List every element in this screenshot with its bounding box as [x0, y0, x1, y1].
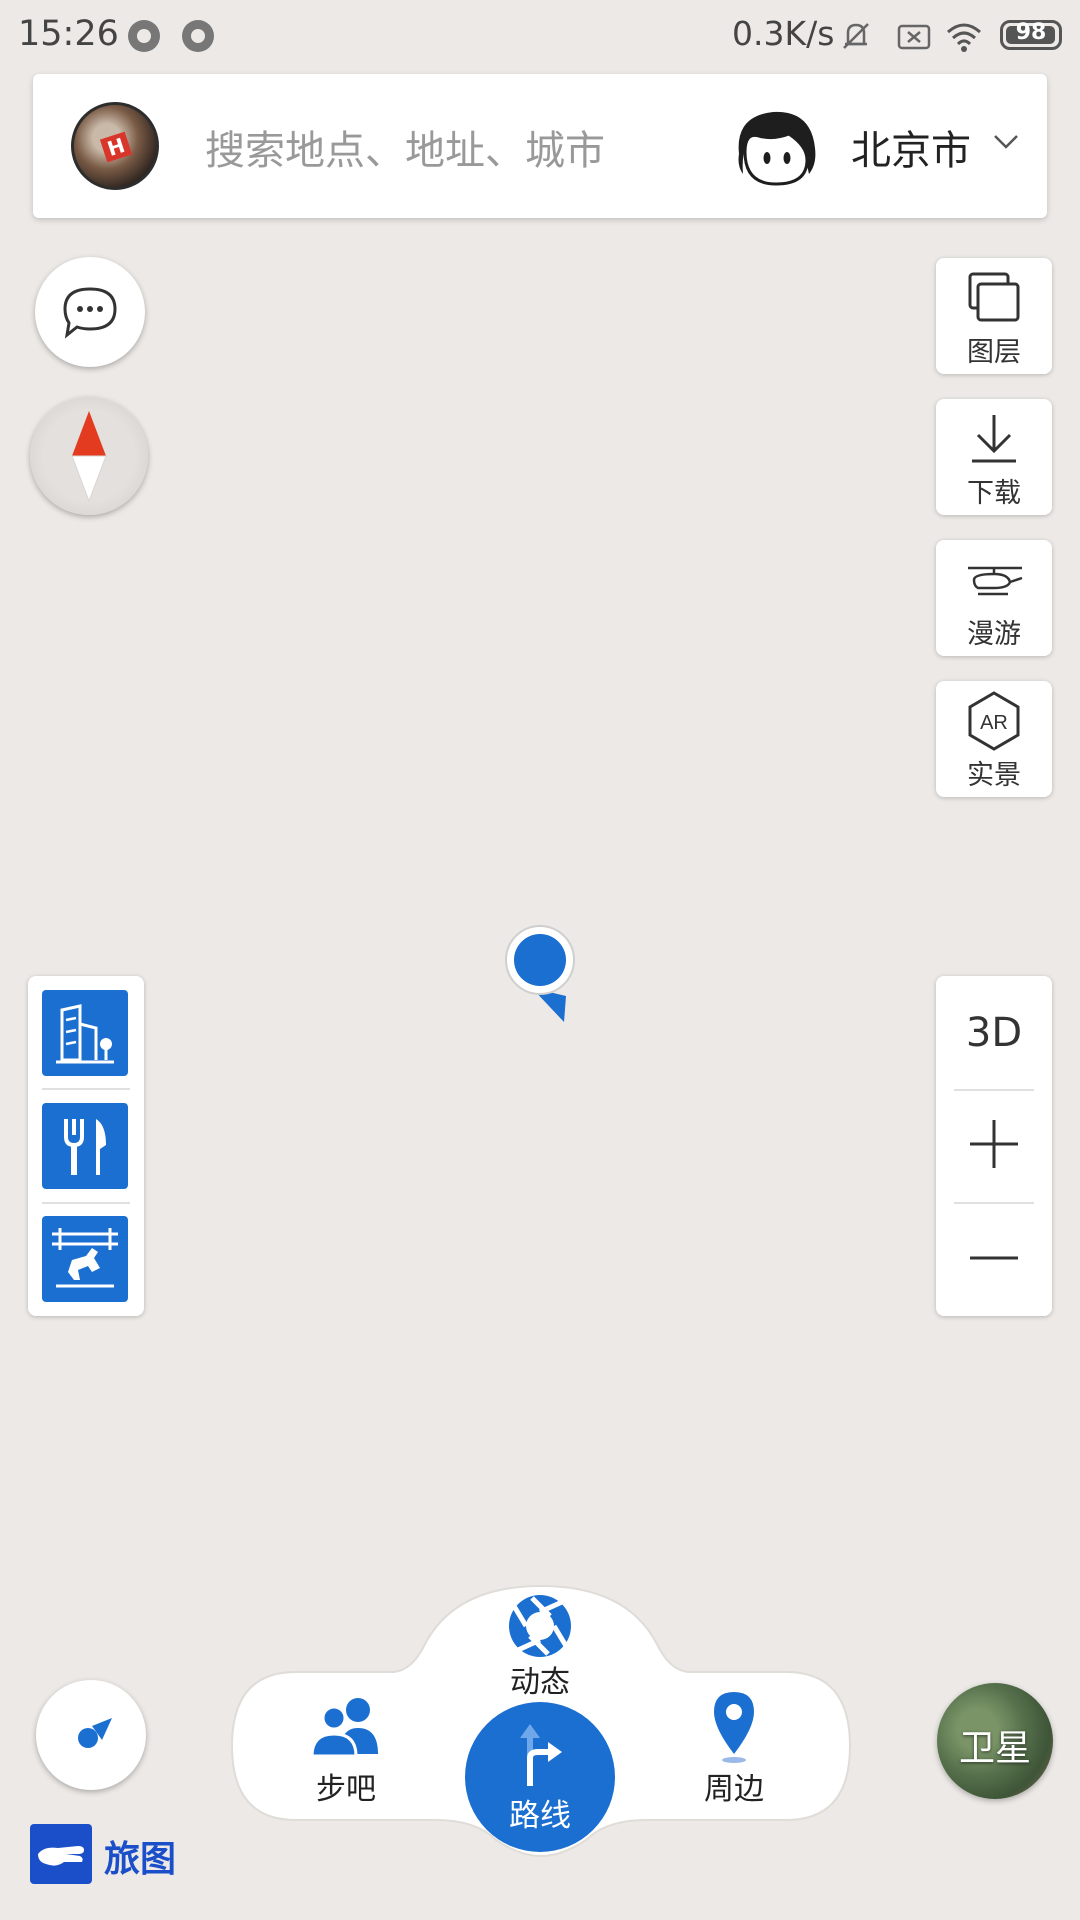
attraction-icon	[52, 1228, 118, 1288]
divider	[42, 1088, 130, 1090]
message-button[interactable]	[35, 257, 145, 367]
search-bar[interactable]: H 搜索地点、地址、城市 北京市	[33, 74, 1047, 218]
satellite-button[interactable]: 卫星	[937, 1683, 1053, 1799]
dynamic-button[interactable]	[500, 1586, 580, 1666]
building-icon	[56, 1004, 114, 1064]
ar-icon: AR	[968, 691, 1020, 751]
route-label: 路线	[509, 1798, 571, 1834]
divider	[954, 1089, 1034, 1091]
divider	[954, 1202, 1034, 1204]
locate-button[interactable]	[36, 1680, 146, 1790]
ar-text: AR	[980, 712, 1008, 734]
battery-icon: 98	[1000, 20, 1062, 50]
compass-button[interactable]	[30, 397, 148, 515]
wifi-icon	[947, 23, 981, 52]
network-speed: 0.3K/s	[732, 14, 835, 53]
download-icon	[972, 415, 1016, 463]
dynamic-label: 动态	[510, 1665, 570, 1700]
cartoon-avatar-icon[interactable]	[731, 104, 821, 190]
restaurant-icon	[64, 1119, 106, 1175]
nearby-button[interactable]	[712, 1690, 756, 1764]
ar-button[interactable]: AR 实景	[936, 681, 1052, 797]
divider	[42, 1202, 130, 1204]
hand-logo-icon	[30, 1824, 92, 1884]
aperture-icon	[509, 1595, 571, 1657]
attraction-filter-button[interactable]	[42, 1216, 128, 1302]
ar-label: 实景	[967, 760, 1021, 791]
status-bar: 15:26 0.3K/s 98	[0, 0, 1080, 72]
restaurant-filter-button[interactable]	[42, 1103, 128, 1189]
search-input[interactable]: 搜索地点、地址、城市	[205, 118, 605, 176]
download-button[interactable]: 下载	[936, 399, 1052, 515]
user-avatar[interactable]: H	[71, 102, 159, 190]
map-pin-icon	[714, 1692, 754, 1763]
download-label: 下载	[967, 478, 1021, 509]
location-marker-icon	[505, 925, 575, 1022]
layers-button[interactable]: 图层	[936, 258, 1052, 374]
people-icon	[310, 1698, 378, 1758]
building-filter-button[interactable]	[42, 990, 128, 1076]
notification-dot-icon	[128, 20, 160, 52]
compass-needle-icon	[71, 411, 107, 503]
route-button[interactable]: 路线	[465, 1702, 615, 1852]
poi-filter-panel	[28, 976, 144, 1316]
notification-dot-icon	[182, 20, 214, 52]
satellite-label: 卫星	[958, 1728, 1031, 1769]
mute-bell-icon	[843, 23, 869, 49]
chat-bubble-icon	[63, 287, 117, 339]
3d-toggle-button[interactable]: 3D	[936, 1010, 1052, 1056]
no-sim-icon	[897, 24, 931, 50]
nearby-label: 周边	[704, 1772, 764, 1807]
chevron-down-icon[interactable]	[991, 126, 1021, 156]
roam-label: 漫游	[967, 619, 1021, 650]
route-arrow-icon	[520, 1724, 562, 1786]
zoom-in-button[interactable]	[964, 1114, 1024, 1174]
locate-arrow-icon	[78, 1718, 112, 1748]
zoom-panel: 3D	[936, 976, 1052, 1316]
layers-icon	[968, 272, 1020, 322]
helicopter-icon	[968, 566, 1023, 596]
status-time: 15:26	[18, 14, 119, 54]
walk-label: 步吧	[316, 1772, 376, 1807]
battery-level: 98	[1015, 20, 1047, 45]
zoom-out-button[interactable]	[964, 1228, 1024, 1288]
roam-button[interactable]: 漫游	[936, 540, 1052, 656]
brand-name: 旅图	[104, 1839, 177, 1880]
layers-label: 图层	[967, 337, 1021, 368]
city-selector[interactable]: 北京市	[851, 118, 971, 176]
